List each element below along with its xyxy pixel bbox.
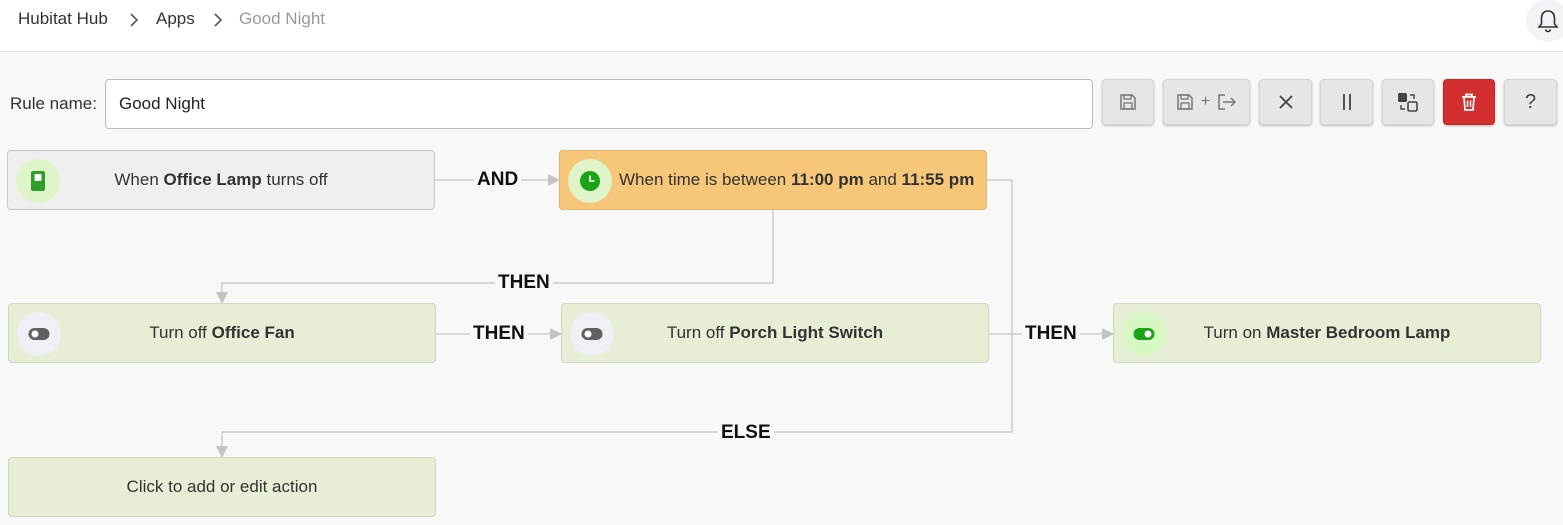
toggle-off-icon — [17, 312, 61, 356]
and-label: AND — [474, 169, 522, 191]
switch-icon — [16, 159, 60, 203]
then-label: THEN — [470, 323, 528, 345]
action-master-bedroom-lamp[interactable]: Turn on Master Bedroom Lamp — [1113, 303, 1541, 363]
then-label: THEN — [1022, 323, 1080, 345]
action-text: Turn on Master Bedroom Lamp — [1203, 323, 1451, 342]
device-name: Master Bedroom Lamp — [1266, 323, 1451, 342]
clock-icon — [568, 159, 612, 203]
action-text: Turn off Porch Light Switch — [666, 323, 884, 342]
device-name: Porch Light Switch — [729, 323, 884, 342]
toggle-on-icon — [1122, 312, 1166, 356]
device-name: Office Lamp — [163, 170, 262, 189]
action-porch-light[interactable]: Turn off Porch Light Switch — [561, 303, 989, 363]
condition-time-range[interactable]: When time is between 11:00 pm and 11:55 … — [559, 150, 987, 210]
condition-text: When time is between 11:00 pm and 11:55 … — [619, 170, 975, 189]
toggle-off-icon — [570, 312, 614, 356]
else-add-action[interactable]: Click to add or edit action — [8, 457, 436, 517]
trigger-text: When Office Lamp turns off — [114, 170, 328, 189]
trigger-office-lamp[interactable]: When Office Lamp turns off — [7, 150, 435, 210]
then-label: THEN — [495, 272, 553, 294]
else-action-text: Click to add or edit action — [126, 477, 318, 496]
flow-connectors — [216, 174, 1114, 458]
else-label: ELSE — [718, 422, 774, 444]
device-name: Office Fan — [211, 323, 295, 342]
action-office-fan[interactable]: Turn off Office Fan — [8, 303, 436, 363]
action-text: Turn off Office Fan — [149, 323, 295, 342]
